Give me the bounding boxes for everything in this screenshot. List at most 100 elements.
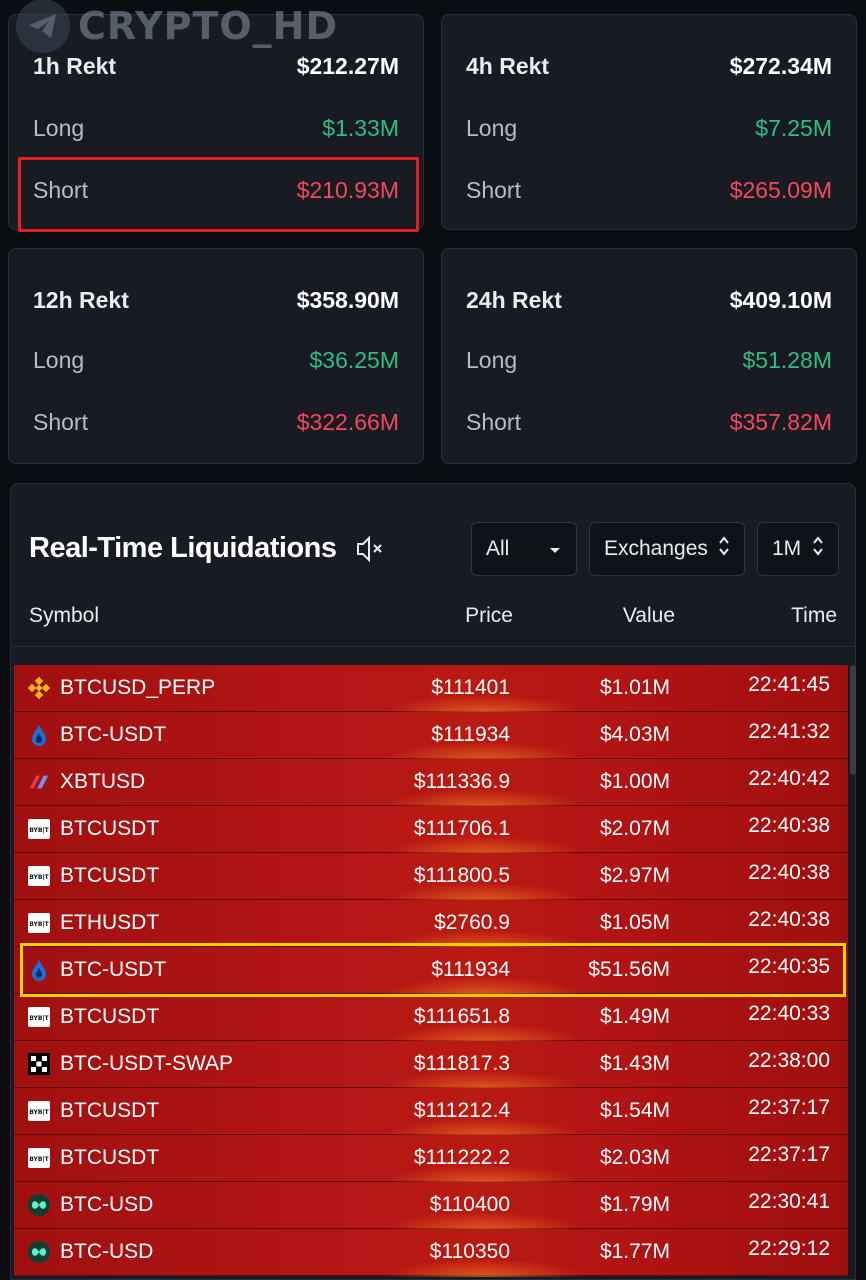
row-price: $111817.3 xyxy=(413,1052,510,1075)
column-header-time: Time xyxy=(791,604,837,627)
filter-amount-label: 1M xyxy=(772,537,802,560)
header-divider xyxy=(11,646,855,647)
short-value: $265.09M xyxy=(729,176,832,203)
watermark-text: CRYPTO_HD xyxy=(78,4,339,48)
row-value: $2.97M xyxy=(599,864,670,887)
card-4h-rekt: 4h Rekt $272.34M Long $7.25M Short $265.… xyxy=(441,14,857,230)
row-time: 22:37:17 xyxy=(748,1096,830,1119)
highlight-box-red xyxy=(18,157,419,232)
row-value: $1.00M xyxy=(599,770,670,793)
hyperliquid-icon xyxy=(28,724,50,746)
filter-amount-select[interactable]: 1M xyxy=(757,522,839,576)
short-label: Short xyxy=(33,408,88,435)
short-value: $357.82M xyxy=(729,408,832,435)
row-symbol: BTCUSDT xyxy=(60,1099,160,1122)
row-time: 22:40:38 xyxy=(748,861,830,884)
card-short-row: Short $322.66M xyxy=(33,391,399,453)
short-label: Short xyxy=(466,176,521,203)
watermark: CRYPTO_HD xyxy=(16,0,339,53)
card-total: $358.90M xyxy=(296,286,399,313)
bybit-icon: BYB|T xyxy=(28,818,50,840)
card-long-row: Long $7.25M xyxy=(466,97,832,159)
row-time: 22:41:45 xyxy=(748,673,830,696)
panel-title: Real-Time Liquidations xyxy=(29,532,337,564)
liquidation-row[interactable]: BTC-USD $110400 $1.79M 22:30:41 xyxy=(14,1182,848,1230)
row-time: 22:37:17 xyxy=(748,1143,830,1166)
long-label: Long xyxy=(33,114,85,141)
liquidation-row[interactable]: BYB|T BTCUSDT $111706.1 $2.07M 22:40:38 xyxy=(14,806,848,854)
binance-icon xyxy=(28,677,50,699)
column-header-value: Value xyxy=(622,604,675,627)
svg-text:BYB|T: BYB|T xyxy=(29,1015,49,1022)
row-symbol: BTCUSDT xyxy=(60,864,160,887)
row-price: $111651.8 xyxy=(413,1005,510,1028)
row-symbol: BTCUSD_PERP xyxy=(60,676,216,699)
card-total: $409.10M xyxy=(729,286,832,313)
row-symbol: BTC-USDT-SWAP xyxy=(60,1052,234,1075)
filter-exchanges-select[interactable]: Exchanges xyxy=(589,522,745,576)
filter-all-label: All xyxy=(486,537,510,560)
row-price: $111336.9 xyxy=(413,770,510,793)
row-value: $4.03M xyxy=(599,723,670,746)
row-time: 22:29:12 xyxy=(748,1237,830,1260)
card-title: 24h Rekt xyxy=(466,286,562,313)
liquidation-row[interactable]: XBTUSD $111336.9 $1.00M 22:40:42 xyxy=(14,759,848,807)
hyperliquid-mint-icon xyxy=(28,1241,50,1263)
short-label: Short xyxy=(466,408,521,435)
liquidation-row[interactable]: BYB|T BTCUSDT $111651.8 $1.49M 22:40:33 xyxy=(14,994,848,1042)
row-price: $111212.4 xyxy=(413,1099,510,1122)
card-title: 4h Rekt xyxy=(466,52,550,79)
liquidation-row[interactable]: BYB|T BTCUSDT $111800.5 $2.97M 22:40:38 xyxy=(14,853,848,901)
svg-text:BYB|T: BYB|T xyxy=(29,1156,49,1163)
long-label: Long xyxy=(33,346,85,373)
row-symbol: BTCUSDT xyxy=(60,1005,160,1028)
row-price: $111706.1 xyxy=(413,817,510,840)
filter-exchanges-label: Exchanges xyxy=(604,537,708,560)
scrollbar[interactable] xyxy=(850,665,856,775)
row-time: 22:40:42 xyxy=(748,767,830,790)
row-value: $2.03M xyxy=(599,1146,670,1169)
card-long-row: Long $1.33M xyxy=(33,97,399,159)
row-value: $1.05M xyxy=(599,911,670,934)
row-price: $111401 xyxy=(431,676,510,699)
row-value: $1.01M xyxy=(599,676,670,699)
row-value: $2.07M xyxy=(599,817,670,840)
long-value: $7.25M xyxy=(755,114,832,141)
row-price: $111222.2 xyxy=(413,1146,510,1169)
hyperliquid-mint-icon xyxy=(28,1194,50,1216)
bybit-icon: BYB|T xyxy=(28,1100,50,1122)
long-label: Long xyxy=(466,114,518,141)
row-price: $2760.9 xyxy=(434,911,510,934)
liquidation-row[interactable]: BTC-USDT-SWAP $111817.3 $1.43M 22:38:00 xyxy=(14,1041,848,1089)
card-title: 12h Rekt xyxy=(33,286,129,313)
bitmex-icon xyxy=(28,771,50,793)
row-time: 22:40:38 xyxy=(748,908,830,931)
long-value: $1.33M xyxy=(322,114,399,141)
row-symbol: BTC-USD xyxy=(60,1240,154,1263)
row-symbol: ETHUSDT xyxy=(60,911,160,934)
row-time: 22:40:38 xyxy=(748,814,830,837)
card-title-row: 4h Rekt $272.34M xyxy=(466,35,832,97)
card-title-row: 12h Rekt $358.90M xyxy=(33,269,399,331)
row-price: $111934 xyxy=(431,723,510,746)
liquidation-row[interactable]: BTC-USD $110350 $1.77M 22:29:12 xyxy=(14,1229,848,1277)
bybit-icon: BYB|T xyxy=(28,1006,50,1028)
row-price: $111800.5 xyxy=(413,864,510,887)
okx-icon xyxy=(28,1053,50,1075)
short-value: $322.66M xyxy=(296,408,399,435)
liquidation-row[interactable]: BYB|T BTCUSDT $111212.4 $1.54M 22:37:17 xyxy=(14,1088,848,1136)
card-total: $272.34M xyxy=(729,52,832,79)
column-header-price: Price xyxy=(465,604,513,627)
liquidation-row[interactable]: BYB|T ETHUSDT $2760.9 $1.05M 22:40:38 xyxy=(14,900,848,948)
liquidation-row[interactable]: BTCUSD_PERP $111401 $1.01M 22:41:45 xyxy=(14,665,848,713)
row-symbol: XBTUSD xyxy=(60,770,146,793)
bybit-icon: BYB|T xyxy=(28,865,50,887)
long-value: $51.28M xyxy=(742,346,832,373)
filter-all-select[interactable]: All xyxy=(471,522,577,576)
bybit-icon: BYB|T xyxy=(28,912,50,934)
liquidation-row[interactable]: BTC-USDT $111934 $4.03M 22:41:32 xyxy=(14,712,848,760)
card-short-row: Short $265.09M xyxy=(466,159,832,221)
row-symbol: BTCUSDT xyxy=(60,817,160,840)
liquidation-row[interactable]: BYB|T BTCUSDT $111222.2 $2.03M 22:37:17 xyxy=(14,1135,848,1183)
mute-icon[interactable] xyxy=(355,534,387,564)
